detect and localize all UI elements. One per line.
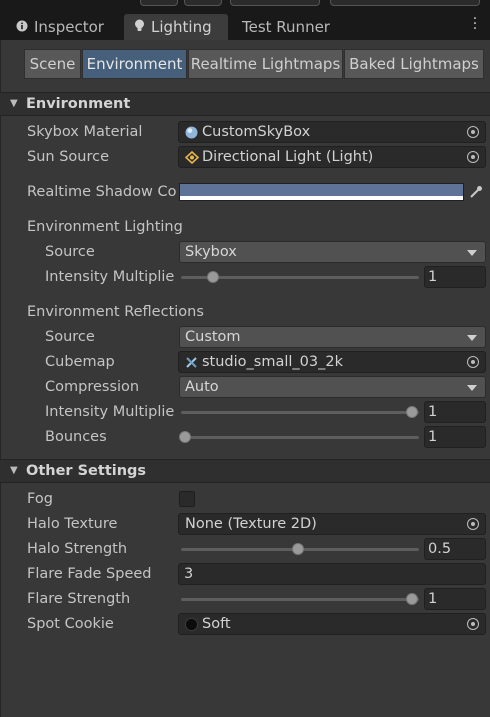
subtab-realtime-lightmaps[interactable]: Realtime Lightmaps <box>188 49 343 79</box>
compression-label: Compression <box>45 379 140 395</box>
flare-fade-speed-label: Flare Fade Speed <box>27 566 152 582</box>
environment-reflections-heading: Environment Reflections <box>27 304 204 320</box>
env-reflections-intensity-track[interactable] <box>181 411 419 414</box>
toolbar-button[interactable] <box>184 0 222 6</box>
halo-strength-label: Halo Strength <box>27 541 128 557</box>
subtab-environment[interactable]: Environment <box>82 49 187 79</box>
info-icon <box>16 18 28 36</box>
object-picker-icon[interactable] <box>467 618 479 630</box>
object-picker-icon[interactable] <box>467 151 479 163</box>
field-value: 0.5 <box>428 541 452 557</box>
env-reflections-intensity-knob[interactable] <box>406 406 418 418</box>
field-value: studio_small_03_2k <box>202 354 343 370</box>
env-lighting-source-dropdown[interactable]: Skybox <box>179 241 486 263</box>
top-toolbar-strip <box>0 0 490 12</box>
toolbar-button[interactable] <box>140 0 178 6</box>
realtime-shadow-color-swatch[interactable] <box>179 183 464 201</box>
field-value: None (Texture 2D) <box>185 516 317 532</box>
flare-fade-speed-input[interactable]: 3 <box>178 563 486 585</box>
dropdown-value: Auto <box>185 379 219 395</box>
halo-strength-knob[interactable] <box>292 543 304 555</box>
dropdown-value: Skybox <box>185 244 237 260</box>
env-reflections-intensity-input[interactable]: 1 <box>424 401 486 423</box>
spot-cookie-field[interactable]: Soft <box>178 613 486 635</box>
env-reflections-source-dropdown[interactable]: Custom <box>179 326 486 348</box>
subtab-label: Realtime Lightmaps <box>190 55 341 73</box>
subtab-scene[interactable]: Scene <box>24 49 81 79</box>
field-value: 1 <box>428 429 438 445</box>
alpha-bar <box>180 196 463 200</box>
spot-cookie-label: Spot Cookie <box>27 616 114 632</box>
tab-test-runner[interactable]: Test Runner <box>232 14 342 40</box>
flare-strength-input[interactable]: 1 <box>424 588 486 610</box>
tab-label: Inspector <box>34 18 104 36</box>
field-value: Soft <box>202 616 231 632</box>
env-lighting-intensity-input[interactable]: 1 <box>424 266 486 288</box>
window-tab-bar: Inspector Lighting Test Runner · · · <box>0 12 490 40</box>
compression-dropdown[interactable]: Auto <box>179 376 486 398</box>
field-value: CustomSkyBox <box>202 124 311 140</box>
skybox-material-label: Skybox Material <box>27 124 143 140</box>
chevron-down-icon <box>467 250 477 256</box>
object-picker-icon[interactable] <box>467 356 479 368</box>
environment-lighting-heading: Environment Lighting <box>27 219 183 235</box>
fog-checkbox[interactable] <box>179 491 195 507</box>
fog-label: Fog <box>27 491 53 507</box>
chevron-down-icon <box>467 385 477 391</box>
texture-icon <box>185 617 198 631</box>
foldout-expanded-icon: ▼ <box>10 98 18 109</box>
env-lighting-intensity-knob[interactable] <box>207 271 219 283</box>
chevron-down-icon <box>467 335 477 341</box>
foldout-expanded-icon: ▼ <box>10 465 18 476</box>
tab-label: Lighting <box>151 18 212 36</box>
dropdown-value: Custom <box>185 329 241 345</box>
environment-foldout[interactable]: ▼ Environment <box>0 92 490 116</box>
sun-source-field[interactable]: Directional Light (Light) <box>178 146 486 168</box>
bounces-track[interactable] <box>181 436 419 439</box>
flare-strength-label: Flare Strength <box>27 591 131 607</box>
bounces-knob[interactable] <box>179 431 191 443</box>
halo-texture-field[interactable]: None (Texture 2D) <box>178 513 486 535</box>
halo-strength-input[interactable]: 0.5 <box>424 538 486 560</box>
section-title: Environment <box>26 96 131 112</box>
env-lighting-source-label: Source <box>45 244 95 260</box>
skybox-material-field[interactable]: CustomSkyBox <box>178 121 486 143</box>
flare-strength-knob[interactable] <box>406 593 418 605</box>
material-sphere-icon <box>185 126 198 139</box>
tab-lighting[interactable]: Lighting <box>124 14 228 40</box>
layers-dropdown[interactable] <box>230 0 320 6</box>
env-reflections-intensity-label: Intensity Multiplier <box>45 404 175 420</box>
field-value: 1 <box>428 591 438 607</box>
other-settings-foldout[interactable]: ▼ Other Settings <box>0 459 490 483</box>
field-value: 1 <box>428 404 438 420</box>
realtime-shadow-color-label: Realtime Shadow Co <box>27 184 177 200</box>
subtab-label: Environment <box>86 55 183 73</box>
halo-texture-label: Halo Texture <box>27 516 118 532</box>
cubemap-icon <box>185 356 198 369</box>
flare-strength-track[interactable] <box>181 598 419 601</box>
cubemap-field[interactable]: studio_small_03_2k <box>178 351 486 373</box>
subtab-baked-lightmaps[interactable]: Baked Lightmaps <box>344 49 484 79</box>
object-picker-icon[interactable] <box>467 518 479 530</box>
env-lighting-intensity-label: Intensity Multiplier <box>45 269 175 285</box>
env-reflections-source-label: Source <box>45 329 95 345</box>
bounces-input[interactable]: 1 <box>424 426 486 448</box>
tab-label: Test Runner <box>242 18 330 36</box>
bounces-label: Bounces <box>45 429 107 445</box>
object-picker-icon[interactable] <box>467 126 479 138</box>
layout-dropdown[interactable] <box>330 0 480 6</box>
light-icon <box>184 150 200 164</box>
lightbulb-icon <box>134 18 145 36</box>
subtab-label: Baked Lightmaps <box>349 55 479 73</box>
sun-source-label: Sun Source <box>27 149 109 165</box>
field-value: Directional Light (Light) <box>202 149 374 165</box>
more-options-icon[interactable]: · · · <box>472 12 478 36</box>
cubemap-label: Cubemap <box>45 354 115 370</box>
field-value: 1 <box>428 269 438 285</box>
tab-inspector[interactable]: Inspector <box>8 14 120 40</box>
field-value: 3 <box>184 566 194 582</box>
subtab-label: Scene <box>29 55 76 73</box>
section-title: Other Settings <box>26 463 147 479</box>
eyedropper-icon[interactable] <box>468 184 484 200</box>
